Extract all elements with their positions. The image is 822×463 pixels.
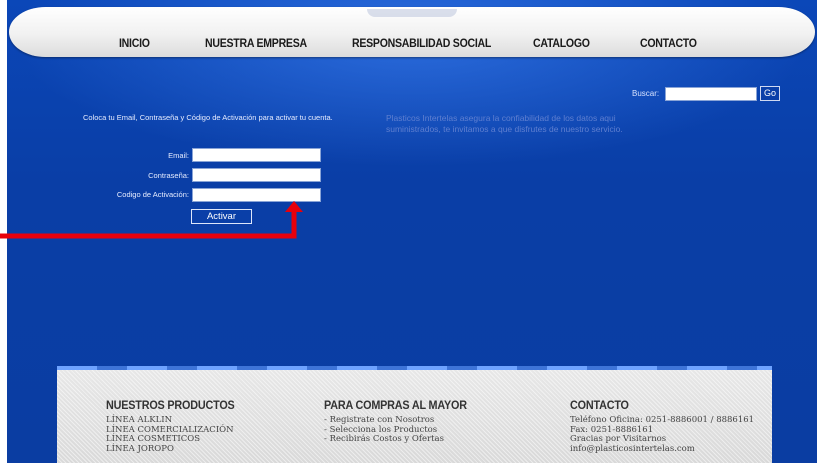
annotation-arrow-line bbox=[0, 210, 297, 239]
annotation-arrow-icon bbox=[0, 201, 303, 239]
annotation-arrow-head bbox=[285, 201, 303, 212]
